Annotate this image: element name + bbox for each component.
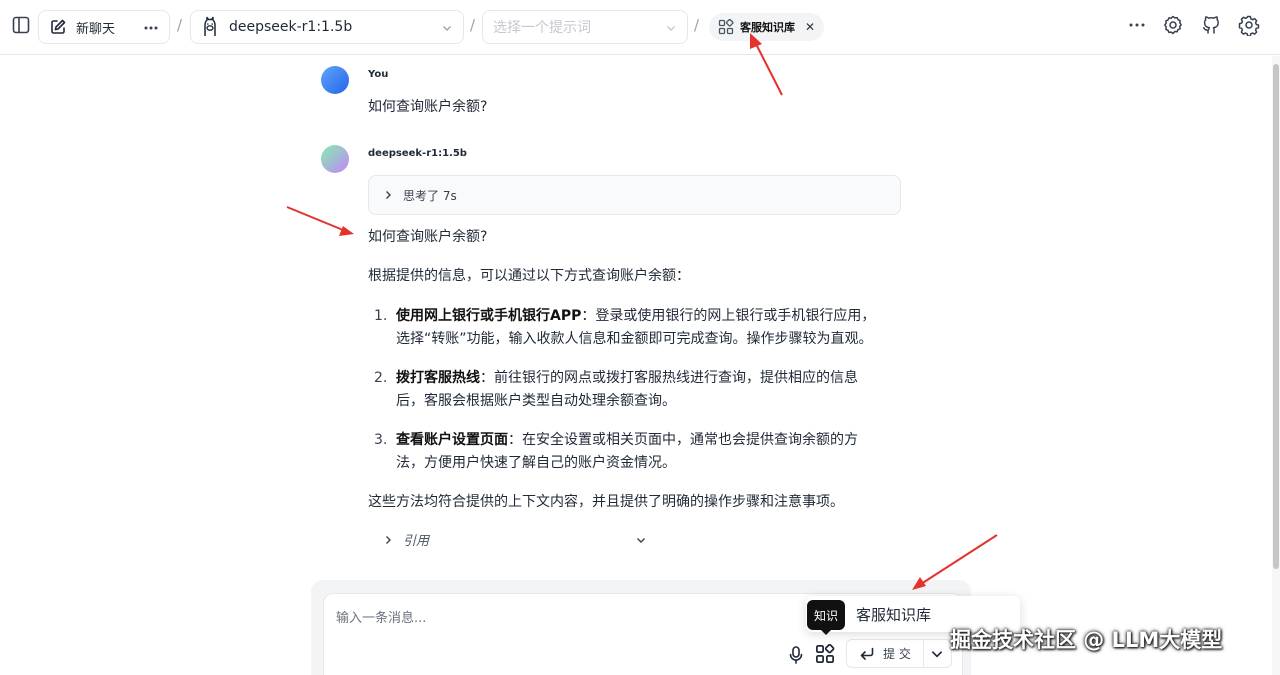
- message-input-placeholder: 输入一条消息...: [336, 611, 427, 626]
- knowledge-base-icon[interactable]: [815, 644, 835, 664]
- watermark: 掘金技术社区 @ LLM大模型: [950, 628, 1223, 652]
- more-horizontal-icon[interactable]: [1128, 16, 1146, 34]
- knowledge-chip-label: 客服知识库: [740, 21, 795, 34]
- submit-button-group: 提 交: [846, 639, 952, 668]
- breadcrumb-separator: /: [694, 16, 700, 34]
- new-chat-button[interactable]: 新聊天: [38, 10, 170, 44]
- sidebar-icon: [12, 16, 30, 34]
- answer-intro: 根据提供的信息，可以通过以下方式查询账户余额：: [368, 268, 690, 284]
- list-number: 1.: [374, 308, 388, 324]
- chevron-right-icon: [386, 191, 391, 199]
- user-name: You: [368, 69, 389, 80]
- list-item-title: 拨打客服热线: [396, 370, 480, 386]
- assistant-name: deepseek-r1:1.5b: [368, 148, 467, 159]
- new-chat-label: 新聊天: [76, 21, 116, 37]
- answer-question: 如何查询账户余额?: [368, 229, 488, 245]
- list-item-title: 使用网上银行或手机银行APP: [396, 308, 582, 324]
- list-item-text: 法，方便用户快速了解自己的账户资金情况。: [396, 455, 676, 471]
- list-item-text: ：登录或使用银行的网上银行或手机银行应用，: [581, 308, 876, 324]
- knowledge-option-label: 客服知识库: [856, 605, 932, 624]
- user-message: 如何查询账户余额?: [368, 99, 488, 115]
- list-item: 1. 使用网上银行或手机银行APP：登录或使用银行的网上银行或手机银行应用， 选择…: [374, 305, 875, 351]
- list-item-text: ：前往银行的网点或拨打客服热线进行查询，提供相应的信息: [480, 370, 858, 386]
- citation-label: 引用: [403, 534, 430, 549]
- knowledge-base-icon: [718, 19, 734, 35]
- citation-toggle[interactable]: 引用: [383, 530, 429, 549]
- thinking-label: 思考了 7s: [403, 188, 457, 203]
- knowledge-base-chip[interactable]: 客服知识库 ✕: [709, 13, 824, 41]
- model-name: deepseek-r1:1.5b: [229, 19, 353, 35]
- list-item: 2. 拨打客服热线：前往银行的网点或拨打客服热线进行查询，提供相应的信息 后，客服…: [374, 367, 858, 413]
- thinking-toggle[interactable]: 思考了 7s: [368, 175, 901, 215]
- list-number: 3.: [374, 432, 388, 448]
- sidebar-toggle-button[interactable]: [8, 10, 34, 40]
- enter-icon: [860, 647, 874, 660]
- header-actions: [1128, 14, 1260, 36]
- chevron-down-icon: [443, 26, 451, 31]
- control-settings-icon[interactable]: [1162, 14, 1184, 36]
- chevron-right-icon: [386, 535, 391, 544]
- scrollbar-thumb[interactable]: [1273, 64, 1279, 569]
- breadcrumb-separator: /: [177, 16, 183, 34]
- user-avatar: [321, 66, 349, 94]
- list-number: 2.: [374, 370, 388, 386]
- submit-button[interactable]: 提 交: [847, 640, 924, 667]
- list-item-title: 查看账户设置页面: [396, 432, 508, 448]
- top-bar: 新聊天 / deepseek-r1:1.5b / 选择一个提示词 / 客服知识库…: [0, 0, 1280, 55]
- llama-icon: [204, 16, 216, 36]
- settings-gear-icon[interactable]: [1238, 14, 1260, 36]
- edit-icon: [51, 19, 66, 34]
- chevron-down-icon: [932, 650, 943, 657]
- breadcrumb-separator: /: [470, 16, 476, 34]
- list-item-text: 选择“转账”功能，输入收款人信息和金额即可完成查询。操作步骤较为直观。: [396, 331, 873, 347]
- list-item: 3. 查看账户设置页面：在安全设置或相关页面中，通常也会提供查询余额的方 法，方便…: [374, 429, 858, 475]
- answer-outro: 这些方法均符合提供的上下文内容，并且提供了明确的操作步骤和注意事项。: [368, 494, 844, 510]
- model-selector[interactable]: deepseek-r1:1.5b: [190, 10, 464, 44]
- microphone-icon[interactable]: [787, 645, 805, 665]
- list-item-text: 后，客服会根据账户类型自动处理余额查询。: [396, 393, 676, 409]
- chevron-down-icon: [667, 26, 675, 31]
- submit-label: 提 交: [883, 647, 911, 661]
- prompt-placeholder: 选择一个提示词: [493, 20, 591, 36]
- close-icon[interactable]: ✕: [805, 20, 815, 34]
- arrow-to-answer: [286, 206, 354, 236]
- prompt-selector[interactable]: 选择一个提示词: [482, 10, 688, 44]
- chevron-down-icon[interactable]: [635, 534, 647, 546]
- submit-options-button[interactable]: [924, 647, 951, 661]
- more-horizontal-icon[interactable]: [143, 20, 159, 36]
- assistant-avatar: [321, 145, 349, 173]
- list-item-text: ：在安全设置或相关页面中，通常也会提供查询余额的方: [508, 432, 858, 448]
- knowledge-tooltip: 知识: [807, 600, 845, 635]
- github-icon[interactable]: [1200, 14, 1222, 36]
